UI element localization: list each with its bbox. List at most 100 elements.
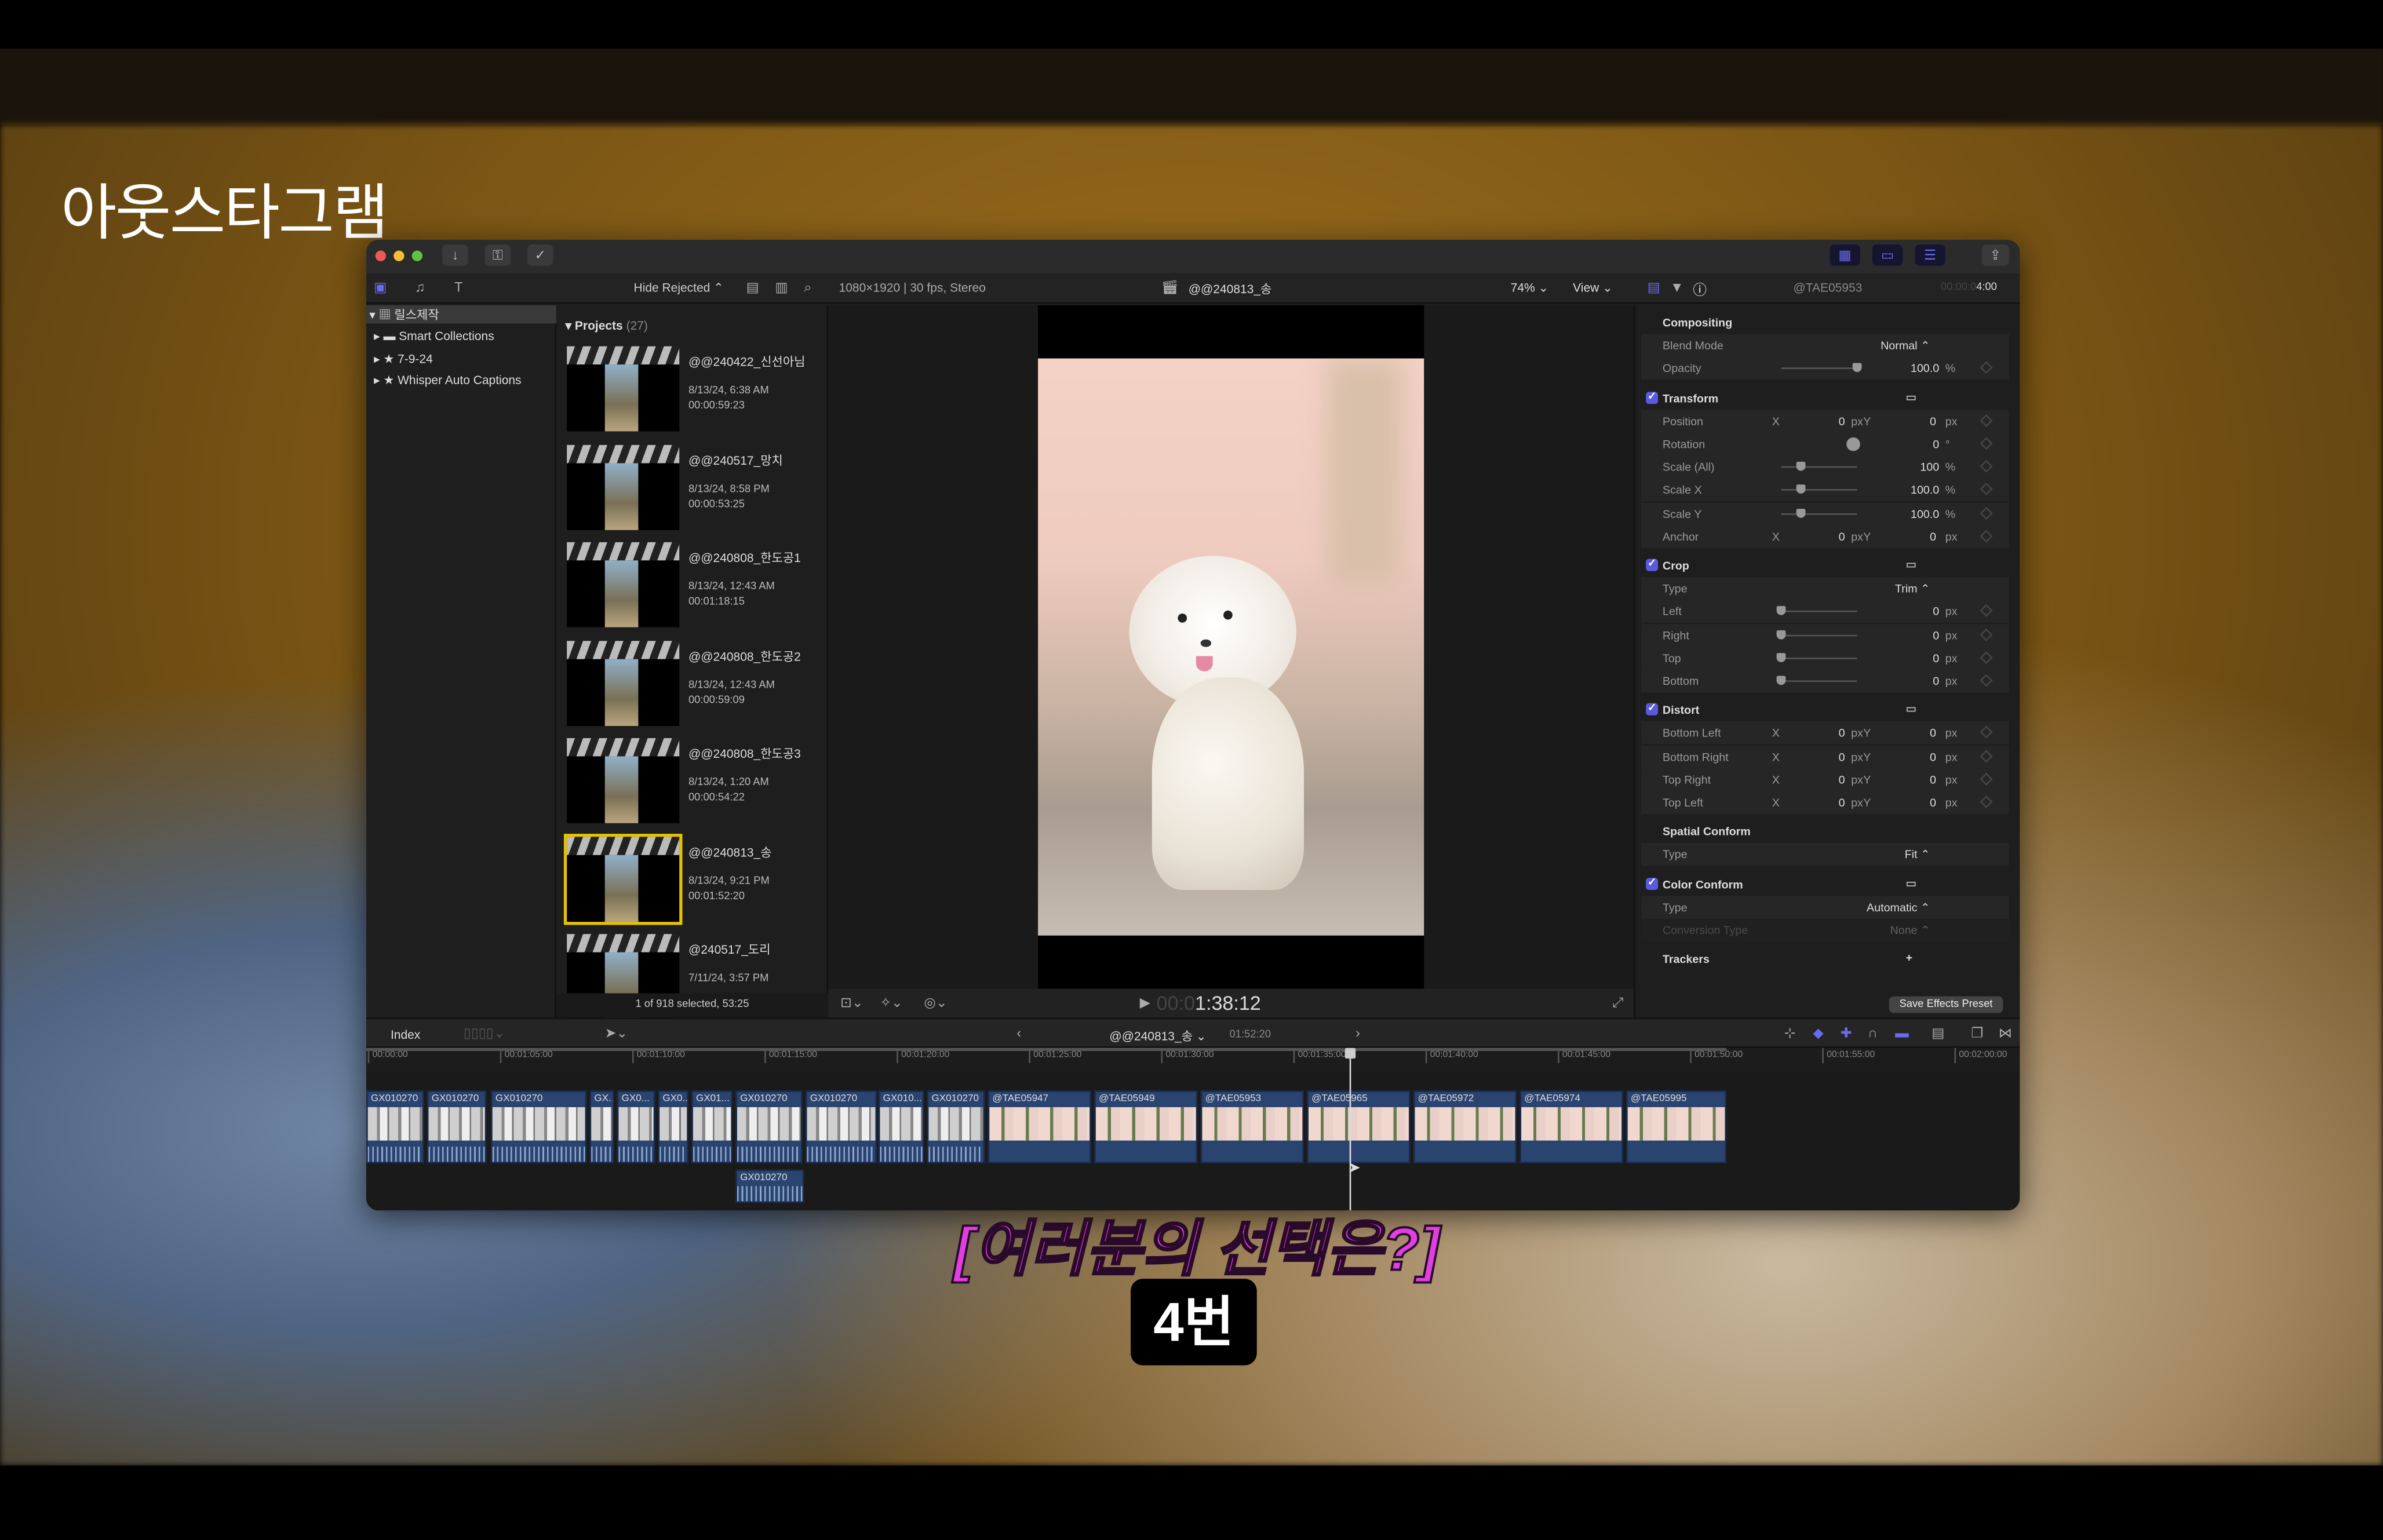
save-effects-preset-button[interactable]: Save Effects Preset	[1889, 996, 2003, 1013]
y-value[interactable]: 0	[1900, 414, 1936, 428]
y-value[interactable]: 0	[1900, 727, 1936, 740]
project-item[interactable]: @@240517_망치 8/13/24, 8:58 PM 00:00:53:25	[567, 444, 825, 535]
project-item[interactable]: @@240808_한도공1 8/13/24, 12:43 AM 00:01:18…	[567, 542, 825, 633]
sidebar-item-smart-collections[interactable]: ▸ ▬ Smart Collections	[374, 330, 494, 344]
timeline-clip[interactable]: GX010270	[491, 1090, 587, 1163]
headphones-icon[interactable]: ∩	[1868, 1025, 1878, 1040]
speed-icon[interactable]: ◎⌄	[924, 995, 947, 1012]
y-value[interactable]: 0	[1900, 530, 1936, 543]
timeline-clip[interactable]: GX0...	[617, 1090, 655, 1163]
slider-knob[interactable]	[1795, 508, 1805, 517]
keyframe-icon[interactable]	[1980, 795, 1993, 809]
timeline-clip[interactable]: GX0...	[658, 1090, 688, 1163]
slider-knob[interactable]	[1795, 462, 1805, 472]
inspector-row[interactable]: Position X 0 px Y 0 px	[1641, 410, 2009, 433]
slider-knob[interactable]	[1776, 606, 1786, 616]
clip-appearance-icon[interactable]: ▤	[746, 279, 759, 296]
zoom-button[interactable]	[411, 250, 423, 261]
inspector-row[interactable]: Bottom Left X 0 px Y 0 px	[1641, 722, 2009, 745]
inspector-row[interactable]: Right 0 px	[1641, 623, 2009, 647]
keyframe-icon[interactable]	[1980, 483, 1993, 497]
inspector-row[interactable]: Type Automatic ⌃	[1641, 896, 2009, 919]
param-dropdown[interactable]: Normal ⌃	[1824, 339, 1930, 353]
libraries-icon[interactable]: ▣	[374, 279, 387, 296]
inspector-row[interactable]: Blend Mode Normal ⌃	[1641, 334, 2009, 357]
param-value[interactable]: 0	[1839, 651, 1939, 665]
onscreen-control-icon[interactable]: ▭	[1905, 557, 1916, 571]
projects-header[interactable]: ▾ Projects (27)	[566, 319, 648, 333]
param-dropdown[interactable]: Automatic ⌃	[1824, 900, 1930, 914]
param-value[interactable]: 0	[1839, 605, 1939, 619]
timeline-clip[interactable]: @TAE05974	[1520, 1090, 1623, 1163]
inspector-row[interactable]: Anchor X 0 px Y 0 px	[1641, 525, 2009, 548]
timeline-clip[interactable]: GX010270	[366, 1090, 424, 1163]
inspector-row[interactable]: Rotation 0 °	[1641, 433, 2009, 456]
import-icon[interactable]: ↓	[442, 244, 468, 266]
view-menu[interactable]: View ⌄	[1573, 281, 1613, 295]
zoom-select[interactable]: 74% ⌄	[1511, 281, 1548, 295]
slider-knob[interactable]	[1795, 485, 1805, 494]
timeline-clip[interactable]: GX01...	[691, 1090, 733, 1163]
onscreen-control-icon[interactable]: ▭	[1905, 702, 1916, 716]
keyframe-icon[interactable]	[1980, 651, 1993, 664]
inspector-row[interactable]: Top 0 px	[1641, 647, 2009, 670]
enable-checkbox[interactable]: ✓	[1646, 877, 1659, 890]
minimize-button[interactable]	[393, 250, 405, 261]
key-icon[interactable]: ⚿	[484, 244, 511, 266]
keyframe-icon[interactable]	[1980, 674, 1993, 687]
x-value[interactable]: 0	[1809, 796, 1845, 810]
fullscreen-icon[interactable]: ⤢	[1612, 995, 1623, 1012]
project-item[interactable]: @@240813_송 8/13/24, 9:21 PM 00:01:52:20	[563, 833, 825, 927]
background-tasks-icon[interactable]: ✓	[527, 244, 553, 266]
audio-skimming-icon[interactable]: ◆	[1813, 1025, 1824, 1042]
keyframe-icon[interactable]	[1980, 362, 1993, 375]
project-item[interactable]: @@240422_신선아님 8/13/24, 6:38 AM 00:00:59:…	[567, 346, 825, 437]
keyframe-icon[interactable]	[1980, 726, 1993, 739]
clip-appearance-icon[interactable]: ▤	[1932, 1025, 1944, 1042]
filter-inspector-icon[interactable]: ▼	[1670, 279, 1684, 294]
keyframe-icon[interactable]	[1980, 627, 1993, 641]
keyframe-icon[interactable]	[1980, 772, 1993, 786]
keyframe-icon[interactable]	[1980, 749, 1993, 762]
y-value[interactable]: 0	[1900, 773, 1936, 787]
keyframe-icon[interactable]	[1980, 414, 1993, 427]
sidebar-item-whisper[interactable]: ▸ ★ Whisper Auto Captions	[374, 374, 521, 388]
inspector-row[interactable]: Conversion Type None ⌃	[1641, 918, 2009, 942]
timeline-clip[interactable]: GX010270	[735, 1090, 803, 1163]
index-button[interactable]: Index	[391, 1028, 420, 1042]
filmstrip-icon[interactable]: ▥	[775, 279, 788, 296]
inspector-row[interactable]: Opacity 100.0%	[1641, 357, 2009, 381]
inspector-row[interactable]: Left 0 px	[1641, 600, 2009, 623]
timeline-clip[interactable]: GX010...	[878, 1090, 924, 1163]
x-value[interactable]: 0	[1809, 530, 1845, 543]
inspector-row[interactable]: Type Fit ⌃	[1641, 843, 2009, 867]
sidebar-item-event[interactable]: ▸ ★ 7-9-24	[374, 352, 433, 366]
edit-buttons-icon[interactable]: ▯▯▯▯⌄	[464, 1025, 505, 1042]
playhead[interactable]	[1349, 1048, 1351, 1211]
hide-rejected-select[interactable]: Hide Rejected ⌃	[634, 281, 724, 295]
inspector-row[interactable]: Top Left X 0 px Y 0 px	[1641, 791, 2009, 815]
project-item[interactable]: @@240808_한도공3 8/13/24, 1:20 AM 00:00:54:…	[567, 738, 825, 829]
keyframe-icon[interactable]	[1980, 529, 1993, 542]
timeline-ruler[interactable]: 00:00:00 00:01:05:00 00:01:10:00 00:01:15:0…	[366, 1048, 2020, 1072]
play-icon[interactable]: ▶︎	[1140, 995, 1150, 1012]
x-value[interactable]: 0	[1809, 414, 1845, 428]
inspector-row[interactable]: Bottom Right X 0 px Y 0 px	[1641, 745, 2009, 768]
keyframe-icon[interactable]	[1980, 604, 1993, 618]
add-tracker-button[interactable]: +	[1905, 951, 1912, 965]
param-dropdown[interactable]: Trim ⌃	[1824, 582, 1930, 596]
forward-icon[interactable]: ›	[1356, 1025, 1360, 1040]
inspector-row[interactable]: Top Right X 0 px Y 0 px	[1641, 768, 2009, 791]
param-value[interactable]: 0	[1839, 628, 1939, 642]
inspector-toggle-icon[interactable]: ☰	[1915, 244, 1945, 266]
video-inspector-icon[interactable]: ▤	[1648, 279, 1660, 296]
timeline-clip[interactable]: GX010270	[805, 1090, 877, 1163]
enhance-icon[interactable]: ✧⌄	[880, 995, 903, 1012]
photos-audio-icon[interactable]: ♫	[415, 279, 425, 294]
select-tool-icon[interactable]: ➤⌄	[605, 1025, 628, 1042]
timeline-toggle-icon[interactable]: ▭	[1872, 244, 1903, 266]
library-item[interactable]: ▾ ▦ 릴스제작	[369, 307, 439, 324]
timeline-clip[interactable]: @TAE05949	[1094, 1090, 1198, 1163]
transform-tool-icon[interactable]: ⊡⌄	[840, 995, 863, 1012]
y-value[interactable]: 0	[1900, 750, 1936, 764]
